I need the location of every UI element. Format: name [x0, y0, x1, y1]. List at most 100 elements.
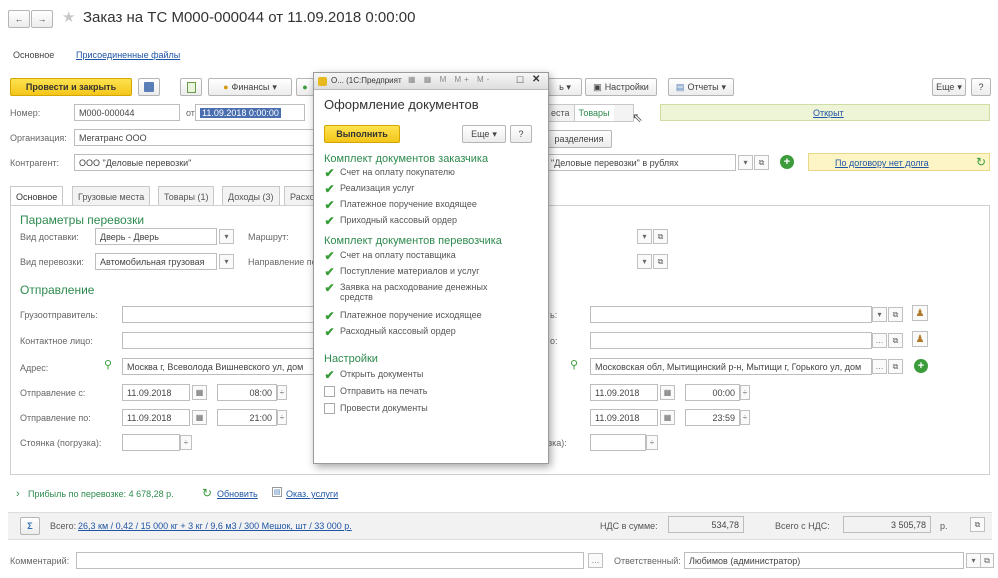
open-icon[interactable]: ⧉: [888, 333, 903, 348]
time-spin-icon[interactable]: ÷: [277, 385, 287, 400]
delivery-dropdown-icon[interactable]: ▾: [219, 229, 234, 244]
open-icon[interactable]: ⧉: [970, 517, 985, 532]
dialog-help-button[interactable]: ?: [510, 125, 532, 143]
map-pin-icon[interactable]: ⚲: [104, 358, 112, 371]
parking-field[interactable]: [122, 434, 180, 451]
number-field[interactable]: М000-000044: [74, 104, 180, 121]
dep-to-time[interactable]: 21:00: [217, 409, 277, 426]
settings-button[interactable]: ▣ Настройки: [585, 78, 657, 96]
service-link[interactable]: Оказ. услуги: [286, 489, 338, 499]
direction-dropdown-icon[interactable]: ▾: [637, 254, 652, 269]
open-icon[interactable]: ⧉: [888, 359, 903, 374]
post-and-close-button[interactable]: Провести и закрыть: [10, 78, 132, 96]
checkbox-outgoing-payment[interactable]: ✔ Платежное поручение исходящее: [324, 309, 481, 323]
doc-tab-income[interactable]: Доходы (3): [222, 186, 280, 206]
sum-button[interactable]: Σ: [20, 517, 40, 535]
execute-button[interactable]: Выполнить: [324, 125, 400, 143]
doc-tab-expenses[interactable]: Расхо: [284, 186, 315, 206]
address-field[interactable]: Москва г, Всеволода Вишневского ул, дом: [122, 358, 314, 375]
add-icon[interactable]: +: [780, 155, 794, 169]
responsible-field[interactable]: Любимов (администратор): [684, 552, 964, 569]
calendar-icon[interactable]: ▦: [192, 410, 207, 425]
more-dots-icon[interactable]: …: [588, 553, 603, 568]
more-dots-icon[interactable]: …: [872, 359, 887, 374]
total-link[interactable]: 26,3 км / 0,42 / 15 000 кг + 3 кг / 9,6 …: [78, 521, 352, 531]
help-button[interactable]: ?: [971, 78, 991, 96]
time-spin-icon[interactable]: ÷: [740, 410, 750, 425]
dep-from-date[interactable]: 11.09.2018: [122, 384, 190, 401]
debt-link[interactable]: По договору нет долга: [835, 158, 929, 168]
time-spin-icon[interactable]: ÷: [277, 410, 287, 425]
parking-spin-icon[interactable]: ÷: [646, 435, 658, 450]
shipper-field[interactable]: [122, 306, 314, 323]
doc-tab-goods[interactable]: Товары (1): [158, 186, 215, 206]
add-icon[interactable]: +: [914, 359, 928, 373]
dropdown-icon[interactable]: ▾: [738, 155, 753, 170]
split-button[interactable]: разделения: [546, 130, 612, 148]
checkbox-send-print[interactable]: Отправить на печать: [324, 386, 428, 397]
doc-tab-cargo[interactable]: Грузовые места: [72, 186, 151, 206]
transport-field[interactable]: Автомобильная грузовая: [95, 253, 217, 270]
checkbox-post-docs[interactable]: Провести документы: [324, 403, 428, 414]
checkbox-open-docs[interactable]: ✔ Открыть документы: [324, 368, 423, 382]
transport-dropdown-icon[interactable]: ▾: [219, 254, 234, 269]
save-button[interactable]: [138, 78, 160, 96]
calendar-icon[interactable]: ▦: [660, 410, 675, 425]
calendar-icon[interactable]: ▦: [660, 385, 675, 400]
comment-field[interactable]: [76, 552, 584, 569]
more-button[interactable]: Еще ▾: [932, 78, 966, 96]
contractor-field[interactable]: ООО "Деловые перевозки": [74, 154, 314, 171]
checkbox-spending-request[interactable]: ✔ Заявка на расходование денежных средств: [324, 281, 487, 303]
dropdown-icon[interactable]: ▾: [872, 307, 887, 322]
parking-spin-icon[interactable]: ÷: [180, 435, 192, 450]
tab-main[interactable]: Основное: [13, 50, 54, 60]
org-field[interactable]: Мегатранс ООО: [74, 129, 314, 146]
back-button[interactable]: ←: [8, 10, 30, 28]
calendar-icon[interactable]: ▦: [192, 385, 207, 400]
arr-to-date[interactable]: 11.09.2018: [590, 409, 658, 426]
open-icon[interactable]: ⧉: [888, 307, 903, 322]
route-dropdown-icon[interactable]: ▾: [637, 229, 652, 244]
contact-field[interactable]: [122, 332, 314, 349]
favorite-star-icon[interactable]: ★: [62, 8, 75, 26]
route-open-icon[interactable]: ⧉: [653, 229, 668, 244]
arr-contact-field[interactable]: [590, 332, 872, 349]
checkbox-incoming-payment[interactable]: ✔ Платежное поручение входящее: [324, 198, 476, 212]
dropdown-icon[interactable]: ▾: [966, 553, 981, 568]
close-icon[interactable]: ✕: [532, 74, 540, 85]
refresh-icon[interactable]: ↻: [976, 155, 986, 169]
doc-tab-main[interactable]: Основное: [10, 186, 64, 206]
hidden-menu-button[interactable]: ь ▾: [548, 78, 582, 96]
time-spin-icon[interactable]: ÷: [740, 385, 750, 400]
tab-goods[interactable]: Товары: [573, 105, 614, 121]
arr-address-field[interactable]: Московская обл, Мытищинский р-н, Мытищи …: [590, 358, 872, 375]
status-link[interactable]: Открыт: [813, 108, 844, 118]
forward-button[interactable]: →: [31, 10, 53, 28]
dep-from-time[interactable]: 08:00: [217, 384, 277, 401]
date-field[interactable]: 11.09.2018 0:00:00: [195, 104, 305, 121]
print-button-partial[interactable]: ●: [296, 78, 314, 96]
dialog-more-button[interactable]: Еще ▾: [462, 125, 506, 143]
refresh-link[interactable]: Обновить: [217, 489, 258, 499]
dep-to-date[interactable]: 11.09.2018: [122, 409, 190, 426]
direction-open-icon[interactable]: ⧉: [653, 254, 668, 269]
expand-chevron-icon[interactable]: ›: [16, 488, 20, 500]
finance-button[interactable]: ● Финансы ▾: [208, 78, 292, 96]
reports-button[interactable]: ▤ Отчеты ▾: [668, 78, 734, 96]
arr-to-time[interactable]: 23:59: [685, 409, 740, 426]
contract-field[interactable]: "Деловые перевозки" в рублях: [546, 154, 736, 171]
checkbox-goods-receipt[interactable]: ✔ Поступление материалов и услуг: [324, 265, 479, 279]
arr-from-date[interactable]: 11.09.2018: [590, 384, 658, 401]
contact-person-icon[interactable]: ♟: [912, 305, 928, 321]
tab-cargo-places-cut[interactable]: еста: [547, 105, 574, 121]
checkbox-cash-receipt[interactable]: ✔ Приходный кассовый ордер: [324, 214, 457, 228]
open-icon[interactable]: ⧉: [980, 553, 994, 568]
consignee-field[interactable]: [590, 306, 872, 323]
maximize-icon[interactable]: ☐: [516, 75, 524, 86]
more-dots-icon[interactable]: …: [872, 333, 887, 348]
checkbox-invoice-buyer[interactable]: ✔ Счет на оплату покупателю: [324, 166, 454, 180]
delivery-field[interactable]: Дверь - Дверь: [95, 228, 217, 245]
arr-parking-field[interactable]: [590, 434, 646, 451]
checkbox-cash-expense[interactable]: ✔ Расходный кассовый ордер: [324, 325, 455, 339]
map-pin-icon[interactable]: ⚲: [570, 358, 578, 371]
